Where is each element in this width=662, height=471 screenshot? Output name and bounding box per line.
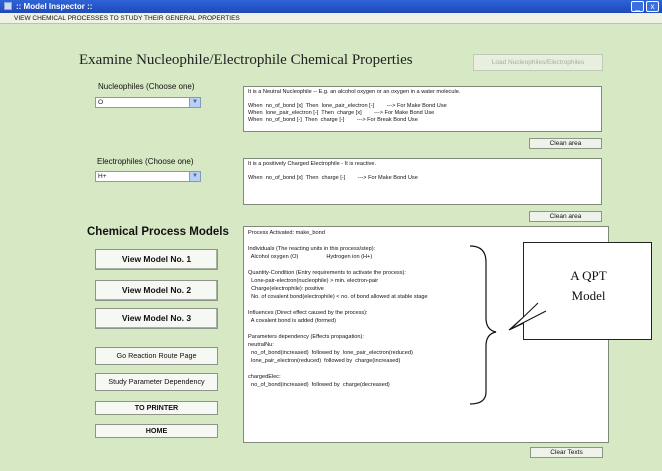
process-line: no_of_bond(increased) followed by charge…: [248, 382, 390, 388]
electrophile-info-line: It is a positively Charged Electrophile …: [248, 161, 377, 167]
window-title: :: Model Inspector ::: [16, 2, 93, 11]
nucleophiles-label: Nucleophiles (Choose one): [98, 82, 195, 91]
process-line: chargedElec:: [248, 374, 281, 380]
process-line: Process Activated: make_bond: [248, 230, 325, 236]
clean-area-button-nucleophiles[interactable]: Clean area: [529, 138, 602, 149]
process-line: neutralNu:: [248, 342, 274, 348]
load-nucleophiles-electrophiles-button[interactable]: Load Nucleophiles/Electrophiles: [473, 54, 603, 71]
process-line: no_of_bond(increased) followed by lone_p…: [248, 350, 413, 356]
chevron-down-icon[interactable]: ▼: [189, 98, 200, 107]
title-bar: :: Model Inspector :: _ x: [0, 0, 662, 13]
electrophiles-label: Electrophiles (Choose one): [97, 157, 194, 166]
menu-caption[interactable]: VIEW CHEMICAL PROCESSES TO STUDY THEIR G…: [14, 14, 240, 23]
minimize-icon: _: [635, 2, 640, 11]
study-parameter-dependency-button[interactable]: Study Parameter Dependency: [95, 373, 218, 391]
process-line: No. of covalent bond(electrophile) < no.…: [248, 294, 428, 300]
app-icon: [4, 2, 12, 10]
process-line: A covalent bond is added (formed): [248, 318, 336, 324]
chevron-down-icon[interactable]: ▼: [189, 172, 200, 181]
to-printer-button[interactable]: TO PRINTER: [95, 401, 218, 415]
electrophile-info-line: When no_of_bond [x] Then charge [-] --->…: [248, 175, 418, 181]
callout-text-line2: Model: [571, 288, 606, 303]
electrophile-select[interactable]: H+ ▼: [95, 171, 201, 182]
process-line: lone_pair_electron(reduced) followed by …: [248, 358, 401, 364]
nucleophile-select[interactable]: O ▼: [95, 97, 201, 108]
go-reaction-route-button[interactable]: Go Reaction Route Page: [95, 347, 218, 365]
view-model-2-button[interactable]: View Model No. 2: [95, 280, 218, 301]
model-inspector-window: :: Model Inspector :: _ x VIEW CHEMICAL …: [0, 0, 662, 471]
nucleophile-info-line: When no_of_bond [x] Then lone_pair_elect…: [248, 103, 447, 109]
nucleophile-info-line: When lone_pair_electron [-] Then charge …: [248, 110, 435, 116]
process-line: Charge(electrophile): positive: [248, 286, 324, 292]
chemical-process-models-title: Chemical Process Models: [87, 226, 229, 238]
home-button[interactable]: HOME: [95, 424, 218, 438]
process-line: Quantity-Condition (Entry requirements t…: [248, 270, 406, 276]
process-line: Parameters dependency (Effects propagati…: [248, 334, 364, 340]
qpt-model-callout: A QPT Model: [523, 242, 652, 340]
nucleophile-info-area[interactable]: It is a Neutral Nucleophile -- E.g. an a…: [243, 86, 602, 132]
nucleophile-info-line: When no_of_bond [-] Then charge [-] --->…: [248, 117, 418, 123]
process-line: Influences (Direct effect caused by the …: [248, 310, 368, 316]
close-button[interactable]: x: [646, 1, 659, 12]
page-heading: Examine Nucleophile/Electrophile Chemica…: [79, 52, 413, 68]
nucleophile-selected-value: O: [98, 99, 104, 106]
clean-area-button-electrophiles[interactable]: Clean area: [529, 211, 602, 222]
electrophile-info-area[interactable]: It is a positively Charged Electrophile …: [243, 158, 602, 205]
nucleophile-info-line: It is a Neutral Nucleophile -- E.g. an a…: [248, 89, 461, 95]
view-model-1-button[interactable]: View Model No. 1: [95, 249, 218, 270]
electrophile-selected-value: H+: [98, 173, 107, 180]
menu-bar: VIEW CHEMICAL PROCESSES TO STUDY THEIR G…: [0, 13, 662, 24]
process-line: Lone-pair-electron(nucleophile) > min. e…: [248, 278, 379, 284]
view-model-3-button[interactable]: View Model No. 3: [95, 308, 218, 329]
process-line: Individuals (The reacting units in this …: [248, 246, 376, 252]
close-icon: x: [650, 2, 655, 11]
minimize-button[interactable]: _: [631, 1, 644, 12]
callout-text-line1: A QPT: [570, 268, 607, 283]
clear-texts-button[interactable]: Clear Texts: [530, 447, 603, 458]
process-line: Alcohol oxygen (O) Hydrogen ion (H+): [248, 254, 373, 260]
